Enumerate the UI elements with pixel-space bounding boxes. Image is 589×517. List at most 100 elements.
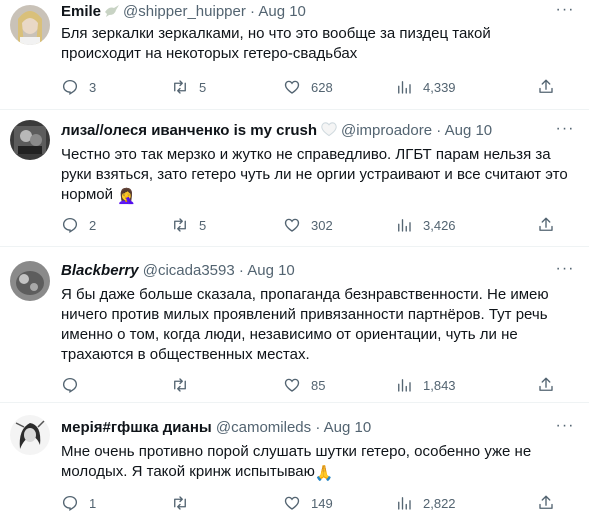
views-icon <box>398 497 411 510</box>
heart-icon <box>284 80 300 94</box>
white-heart-icon <box>320 121 338 143</box>
tweet-date[interactable]: Aug 10 <box>258 3 306 20</box>
reply-button[interactable] <box>61 375 89 395</box>
retweet-icon <box>174 80 186 94</box>
reply-button[interactable]: 1 <box>61 493 96 513</box>
handle[interactable]: @cicada3593 <box>143 262 235 279</box>
reply-icon <box>62 377 78 394</box>
pray-emoji: 🙏 <box>314 465 334 482</box>
tweet-actions: 2 5 302 3,426 <box>61 215 575 235</box>
share-button[interactable] <box>537 77 555 97</box>
avatar[interactable] <box>10 415 50 455</box>
retweet-button[interactable] <box>171 375 199 395</box>
share-icon <box>539 79 553 93</box>
view-count: 1,843 <box>423 377 456 393</box>
avatar[interactable] <box>10 5 50 45</box>
view-count: 2,822 <box>423 495 456 511</box>
share-button[interactable] <box>537 493 555 513</box>
views-button[interactable]: 3,426 <box>395 215 456 235</box>
tweet-date[interactable]: Aug 10 <box>445 122 493 139</box>
reply-button[interactable]: 2 <box>61 215 96 235</box>
retweet-icon <box>174 218 186 232</box>
like-button[interactable]: 149 <box>283 493 333 513</box>
tweet-header: Emile @shipper_huipper · Aug 10 <box>61 2 549 24</box>
like-count: 149 <box>311 495 333 511</box>
avatar[interactable] <box>10 120 50 160</box>
views-icon <box>398 379 411 392</box>
views-icon <box>398 81 411 94</box>
like-count: 628 <box>311 79 333 95</box>
tweet-card[interactable]: мерія#гфшка дианы @camomileds · Aug 10 ·… <box>0 403 589 517</box>
heart-icon <box>284 496 300 510</box>
reply-count: 3 <box>89 79 97 95</box>
reply-count: 2 <box>89 217 97 233</box>
avatar[interactable] <box>10 261 50 301</box>
share-icon <box>539 217 553 231</box>
separator: · <box>315 419 321 436</box>
display-name[interactable]: Emile <box>61 3 101 20</box>
view-count: 3,426 <box>423 217 456 233</box>
facepalm-emoji: 🤦‍♀️ <box>117 188 136 205</box>
separator: · <box>250 3 256 20</box>
reply-icon <box>62 217 78 234</box>
reply-button[interactable]: 3 <box>61 77 96 97</box>
tweet-card[interactable]: Emile @shipper_huipper · Aug 10 ··· Бля з… <box>0 0 589 110</box>
tweet-card[interactable]: лиза//олеся иванченко is my crush @improa… <box>0 110 589 247</box>
share-button[interactable] <box>537 215 555 235</box>
more-options-icon[interactable]: ··· <box>555 121 575 143</box>
heart-icon <box>284 218 300 232</box>
reply-icon <box>62 495 78 512</box>
retweet-icon <box>174 496 186 510</box>
tweet-text: Мне очень противно порой слушать шутки г… <box>61 442 571 484</box>
handle[interactable]: @shipper_huipper <box>123 3 246 20</box>
retweet-button[interactable]: 5 <box>171 215 206 235</box>
view-count: 4,339 <box>423 79 456 95</box>
dove-icon <box>104 4 120 24</box>
retweet-count: 5 <box>199 217 207 233</box>
separator: · <box>238 262 244 279</box>
like-button[interactable]: 302 <box>283 215 333 235</box>
like-count: 302 <box>311 217 333 233</box>
tweet-date[interactable]: Aug 10 <box>247 262 295 279</box>
display-name[interactable]: мерія#гфшка дианы <box>61 419 212 436</box>
share-icon <box>539 377 553 391</box>
views-icon <box>398 219 411 232</box>
separator: · <box>436 122 442 139</box>
more-options-icon[interactable]: ··· <box>555 261 575 283</box>
share-icon <box>539 495 553 509</box>
tweet-actions: 3 5 628 4,339 <box>61 77 575 97</box>
retweet-icon <box>174 378 186 392</box>
like-button[interactable]: 628 <box>283 77 333 97</box>
reply-icon <box>62 79 78 96</box>
retweet-button[interactable]: 5 <box>171 77 206 97</box>
tweet-text-content: Честно это так мерзко и жутко не справед… <box>61 146 568 203</box>
tweet-actions: 1 149 2,822 <box>61 493 575 513</box>
tweet-header: Blackberry @cicada3593 · Aug 10 <box>61 261 549 281</box>
tweet-card[interactable]: Blackberry @cicada3593 · Aug 10 ··· Я бы… <box>0 247 589 403</box>
more-options-icon[interactable]: ··· <box>555 418 575 440</box>
handle[interactable]: @improadore <box>341 122 432 139</box>
like-count: 85 <box>311 377 326 393</box>
tweet-actions: 85 1,843 <box>61 375 575 395</box>
tweet-text-content: Мне очень противно порой слушать шутки г… <box>61 443 532 480</box>
tweet-date[interactable]: Aug 10 <box>324 419 372 436</box>
retweet-count: 5 <box>199 79 207 95</box>
tweet-text: Бля зеркалки зеркалками, но что это вооб… <box>61 25 491 62</box>
tweet-feed: Emile @shipper_huipper · Aug 10 ··· Бля з… <box>0 0 589 517</box>
tweet-header: мерія#гфшка дианы @camomileds · Aug 10 <box>61 418 549 438</box>
reply-count: 1 <box>89 495 97 511</box>
heart-icon <box>284 378 300 392</box>
like-button[interactable]: 85 <box>283 375 325 395</box>
more-options-icon[interactable]: ··· <box>555 2 575 24</box>
tweet-header: лиза//олеся иванченко is my crush @improa… <box>61 121 549 143</box>
handle[interactable]: @camomileds <box>216 419 311 436</box>
display-name[interactable]: лиза//олеся иванченко is my crush <box>61 122 317 139</box>
tweet-text: Честно это так мерзко и жутко не справед… <box>61 145 571 207</box>
views-button[interactable]: 4,339 <box>395 77 456 97</box>
display-name[interactable]: Blackberry <box>61 262 139 279</box>
views-button[interactable]: 1,843 <box>395 375 456 395</box>
retweet-button[interactable] <box>171 493 199 513</box>
share-button[interactable] <box>537 375 555 395</box>
tweet-text: Я бы даже больше сказала, пропаганда без… <box>61 286 549 363</box>
views-button[interactable]: 2,822 <box>395 493 456 513</box>
